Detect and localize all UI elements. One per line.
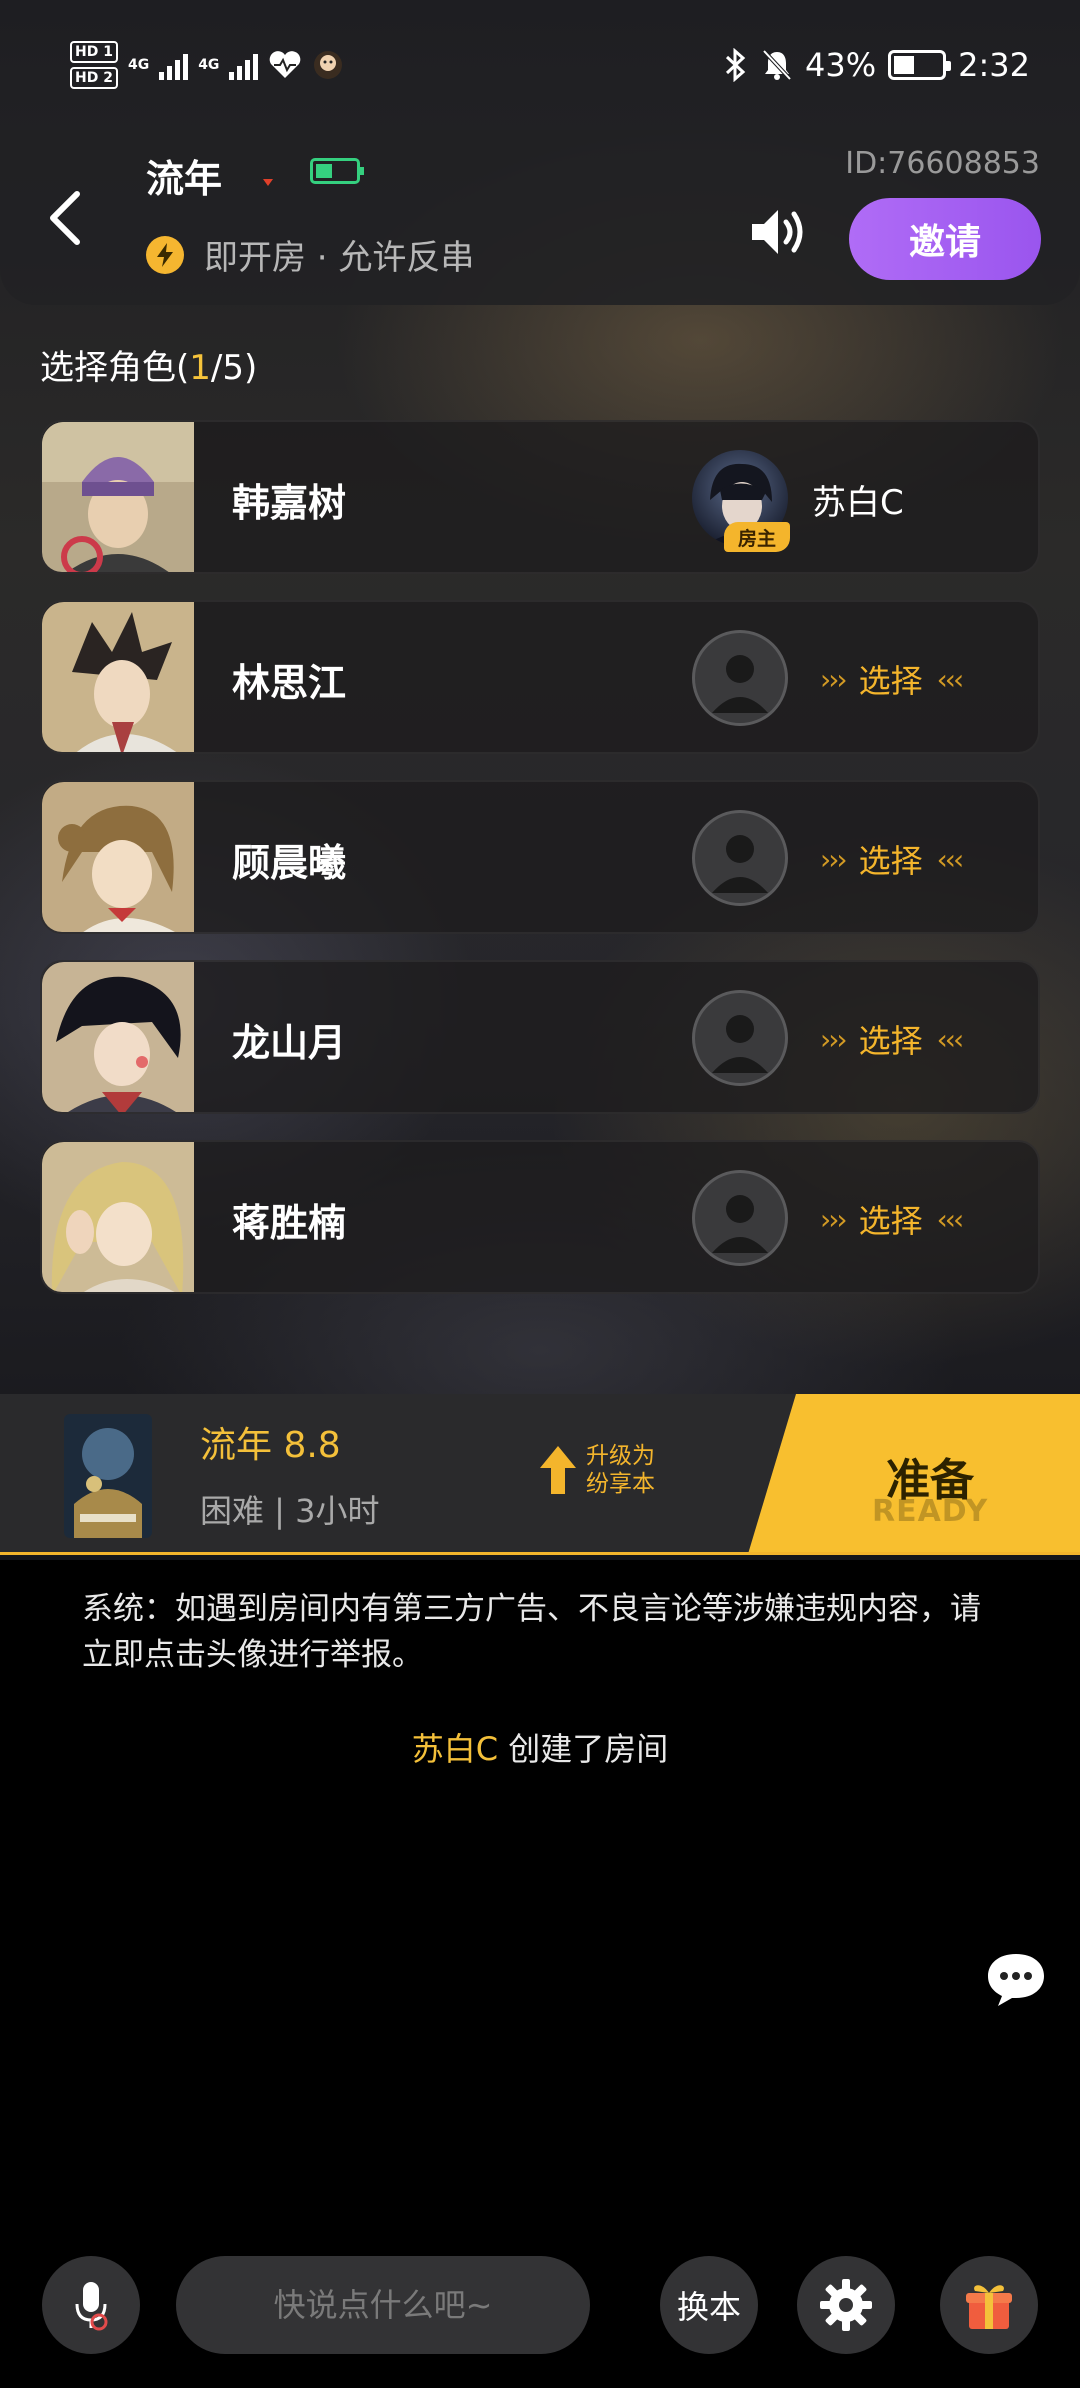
empty-seat-avatar[interactable] xyxy=(692,810,788,906)
role-portrait-4[interactable] xyxy=(42,962,194,1112)
upgrade-line-2: 纷享本 xyxy=(586,1471,655,1497)
network1-label: 4G xyxy=(127,57,150,73)
arrows-right-icon: ››› xyxy=(820,842,848,876)
arrows-right-icon: ››› xyxy=(820,1022,848,1056)
arrows-left-icon: ‹‹‹ xyxy=(936,1022,965,1056)
status-left: HD 1 HD 2 4G 4G xyxy=(70,41,344,89)
microphone-button[interactable] xyxy=(42,2256,140,2354)
role-name: 林思江 xyxy=(232,660,347,705)
role-row-3[interactable]: 顾晨曦 ››› 选择 ‹‹‹ xyxy=(40,780,1040,934)
room-id: ID:76608853 xyxy=(845,146,1040,181)
role-name: 蒋胜楠 xyxy=(232,1200,347,1245)
script-meta: 困难 | 3小时 xyxy=(200,1492,380,1530)
arrows-left-icon: ‹‹‹ xyxy=(936,842,965,876)
app-notification-icon xyxy=(314,51,343,79)
role-portrait-1[interactable] xyxy=(42,422,194,572)
signal-dot-icon xyxy=(263,179,273,186)
select-role-button[interactable]: ››› 选择 ‹‹‹ xyxy=(820,1142,965,1292)
bluetooth-icon xyxy=(725,48,746,82)
ready-button[interactable]: READY 准备 xyxy=(748,1394,1080,1554)
empty-seat-avatar[interactable] xyxy=(692,1170,788,1266)
event-user[interactable]: 苏白C xyxy=(412,1730,498,1768)
occupant-name: 苏白C xyxy=(812,482,904,523)
battery-icon xyxy=(888,50,952,80)
role-portrait-2[interactable] xyxy=(42,602,194,752)
status-bar: HD 1 HD 2 4G 4G 43% 2:32 xyxy=(0,0,1080,130)
role-label-prefix: 选择角色( xyxy=(40,348,190,388)
speaker-icon[interactable] xyxy=(748,202,808,262)
signal2-icon xyxy=(229,50,259,80)
room-header: 流年 即开房 · 允许反串 ID:76608853 邀请 xyxy=(0,130,1080,305)
invite-button[interactable]: 邀请 xyxy=(849,198,1041,280)
divider xyxy=(0,1552,1080,1555)
script-bar: 流年 8.8 困难 | 3小时 升级为 纷享本 READY 准备 xyxy=(0,1394,1080,1554)
empty-seat-avatar[interactable] xyxy=(692,990,788,1086)
network2-label: 4G xyxy=(198,57,220,73)
battery-percent: 43% xyxy=(805,46,877,84)
room-created-event: 苏白C 创建了房间 xyxy=(0,1724,1080,1770)
role-list: 韩嘉树 房主 苏白C 林思江 ››› 选择 ‹‹‹ 顾晨曦 ››› 选择 ‹‹‹… xyxy=(40,420,1040,1320)
role-row-1[interactable]: 韩嘉树 房主 苏白C xyxy=(40,420,1040,574)
hd-indicators: HD 1 HD 2 xyxy=(70,41,118,89)
host-badge: 房主 xyxy=(724,522,790,552)
role-portrait-3[interactable] xyxy=(42,782,194,932)
signal1-icon xyxy=(159,50,189,80)
arrows-right-icon: ››› xyxy=(820,662,848,696)
role-portrait-5[interactable] xyxy=(42,1142,194,1292)
hd2-label: HD 2 xyxy=(70,67,118,89)
arrow-up-icon xyxy=(540,1446,576,1494)
chevron-left-icon xyxy=(50,191,80,245)
bottom-bar: 换本 xyxy=(0,2256,1080,2356)
role-row-5[interactable]: 蒋胜楠 ››› 选择 ‹‹‹ xyxy=(40,1140,1040,1294)
upgrade-button[interactable]: 升级为 纷享本 xyxy=(538,1442,655,1498)
arrows-left-icon: ‹‹‹ xyxy=(936,662,965,696)
microphone-icon xyxy=(75,2282,108,2331)
select-label: 选择 xyxy=(858,842,923,880)
hd1-label: HD 1 xyxy=(70,41,118,63)
room-mode-text: 即开房 · 允许反串 xyxy=(204,238,475,278)
status-right: 43% 2:32 xyxy=(723,46,1030,84)
upgrade-line-1: 升级为 xyxy=(586,1443,655,1469)
role-name: 龙山月 xyxy=(232,1020,347,1065)
gear-icon xyxy=(820,2279,872,2331)
ready-label: 准备 xyxy=(886,1455,974,1506)
upgrade-text: 升级为 纷享本 xyxy=(586,1442,655,1498)
mute-bell-icon xyxy=(762,49,792,81)
event-text: 创建了房间 xyxy=(498,1730,669,1768)
select-role-button[interactable]: ››› 选择 ‹‹‹ xyxy=(820,962,965,1112)
room-screen: HD 1 HD 2 4G 4G 43% 2:32 流年 即开房 · 允许反串 I… xyxy=(0,0,1080,2388)
role-label-suffix: /5) xyxy=(210,348,258,388)
system-message: 系统：如遇到房间内有第三方广告、不良言论等涉嫌违规内容，请立即点击头像进行举报。 xyxy=(82,1591,981,1673)
settings-button[interactable] xyxy=(797,2256,895,2354)
device-battery-icon xyxy=(310,158,364,184)
gift-button[interactable] xyxy=(940,2256,1038,2354)
role-row-4[interactable]: 龙山月 ››› 选择 ‹‹‹ xyxy=(40,960,1040,1114)
gift-icon xyxy=(966,2285,1012,2329)
chat-input[interactable] xyxy=(176,2256,590,2354)
select-role-button[interactable]: ››› 选择 ‹‹‹ xyxy=(820,602,965,752)
lightning-icon xyxy=(146,235,184,274)
role-section-label: 选择角色(1/5) xyxy=(40,340,257,389)
role-row-2[interactable]: 林思江 ››› 选择 ‹‹‹ xyxy=(40,600,1040,754)
select-label: 选择 xyxy=(858,1022,923,1060)
select-role-button[interactable]: ››› 选择 ‹‹‹ xyxy=(820,782,965,932)
empty-seat-avatar[interactable] xyxy=(692,630,788,726)
arrows-left-icon: ‹‹‹ xyxy=(936,1202,965,1236)
chat-bubble-icon[interactable] xyxy=(984,1950,1048,2010)
select-label: 选择 xyxy=(858,1202,923,1240)
script-name-score: 流年 8.8 xyxy=(200,1425,341,1466)
room-mode: 即开房 · 允许反串 xyxy=(146,230,474,279)
arrows-right-icon: ››› xyxy=(820,1202,848,1236)
role-name: 顾晨曦 xyxy=(232,840,347,885)
role-name: 韩嘉树 xyxy=(232,480,347,525)
select-label: 选择 xyxy=(858,662,923,700)
swap-script-button[interactable]: 换本 xyxy=(660,2256,758,2354)
back-button[interactable] xyxy=(40,188,90,248)
room-title: 流年 xyxy=(146,157,223,201)
script-cover[interactable] xyxy=(64,1414,152,1538)
health-heart-icon xyxy=(270,51,301,78)
clock: 2:32 xyxy=(958,46,1030,84)
selected-count: 1 xyxy=(189,348,211,388)
